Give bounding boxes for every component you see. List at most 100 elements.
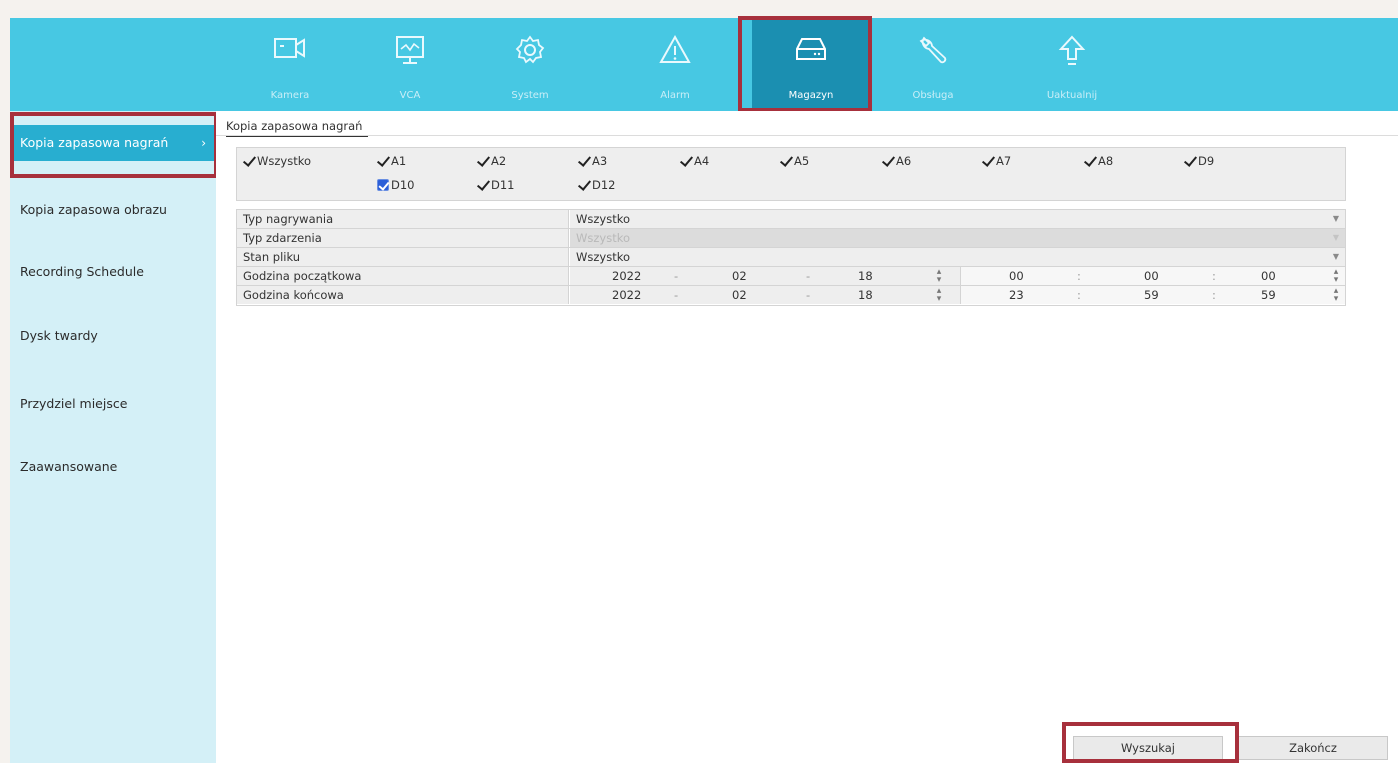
checkmark-icon	[243, 155, 255, 167]
sidebar-item-label: Recording Schedule	[20, 264, 144, 279]
top-navigation: Kamera VCA System Alarm Magazyn Obsługa …	[10, 18, 1398, 111]
channel-checkbox[interactable]: A8	[1084, 154, 1113, 168]
channel-checkbox[interactable]: A7	[982, 154, 1011, 168]
event-type-select: Wszystko ▼	[570, 229, 1345, 247]
channel-checkbox[interactable]: A5	[780, 154, 809, 168]
search-button[interactable]: Wyszukaj	[1073, 736, 1223, 760]
monitor-icon	[396, 36, 424, 64]
date-spinner-icon[interactable]: ▴ ▾	[934, 268, 944, 285]
checkmark-icon	[1184, 155, 1196, 167]
sidebar: Kopia zapasowa nagrań › Kopia zapasowa o…	[10, 111, 216, 763]
checkmark-icon	[477, 155, 489, 167]
search-form: Typ nagrywania Wszystko ▼ Typ zdarzenia W…	[236, 209, 1346, 306]
date-separator: -	[806, 288, 811, 302]
sidebar-item-advanced[interactable]: Zaawansowane	[10, 449, 216, 485]
end-second: 59	[1261, 288, 1276, 302]
record-type-label: Typ nagrywania	[237, 210, 569, 228]
nav-label: VCA	[399, 90, 421, 101]
nav-label: Magazyn	[788, 90, 834, 101]
channel-checkbox[interactable]: D11	[477, 178, 515, 192]
start-minute: 00	[1144, 269, 1159, 283]
nav-alarm[interactable]: Alarm	[620, 18, 730, 111]
start-date-field[interactable]: 2022 - 02 - 18 ▴ ▾ 00 : 00 : 00 ▴ ▾	[570, 267, 1345, 285]
form-row-event-type: Typ zdarzenia Wszystko ▼	[237, 229, 1345, 248]
sidebar-item-image-backup[interactable]: Kopia zapasowa obrazu	[10, 192, 216, 228]
date-separator: -	[674, 288, 679, 302]
sidebar-item-label: Kopia zapasowa nagrań	[20, 135, 169, 150]
end-hour: 23	[1009, 288, 1024, 302]
channel-checkbox[interactable]: A2	[477, 154, 506, 168]
end-time-field[interactable]: 23 : 59 : 59 ▴ ▾	[960, 286, 1345, 304]
form-row-end-time: Godzina końcowa 2022 - 02 - 18 ▴ ▾ 23 : 5…	[237, 286, 1345, 305]
nav-uaktualnij[interactable]: Uaktualnij	[1017, 18, 1127, 111]
nav-label: Obsługa	[912, 90, 954, 101]
form-row-start-time: Godzina początkowa 2022 - 02 - 18 ▴ ▾ 00 …	[237, 267, 1345, 286]
sidebar-item-label: Zaawansowane	[20, 459, 118, 474]
time-separator: :	[1212, 288, 1216, 302]
time-separator: :	[1077, 269, 1081, 283]
camera-icon	[274, 38, 305, 58]
main-panel: Kopia zapasowa nagrań Wszystko A1 A2 A3 …	[216, 111, 1398, 763]
sidebar-item-label: Kopia zapasowa obrazu	[20, 202, 167, 217]
checkmark-icon	[780, 155, 792, 167]
sidebar-item-label: Przydziel miejsce	[20, 396, 128, 411]
nav-obsluga[interactable]: Obsługa	[878, 18, 988, 111]
channel-checkbox-all[interactable]: Wszystko	[243, 154, 311, 168]
sidebar-item-hard-disk[interactable]: Dysk twardy	[10, 318, 216, 354]
channel-checkbox[interactable]: A3	[578, 154, 607, 168]
chevron-right-icon: ›	[201, 136, 206, 150]
file-state-label: Stan pliku	[237, 248, 569, 266]
start-hour: 00	[1009, 269, 1024, 283]
checkmark-icon	[377, 179, 389, 191]
chevron-down-icon: ▼	[1332, 214, 1339, 223]
time-separator: :	[1212, 269, 1216, 283]
record-type-select[interactable]: Wszystko ▼	[570, 210, 1345, 228]
nav-label: System	[511, 90, 549, 101]
chevron-down-icon: ▼	[1332, 233, 1339, 242]
checkmark-icon	[477, 179, 489, 191]
chevron-down-icon: ▼	[1332, 252, 1339, 261]
checkmark-icon	[377, 155, 389, 167]
channel-checkbox[interactable]: D9	[1184, 154, 1214, 168]
event-type-label: Typ zdarzenia	[237, 229, 569, 247]
warning-icon	[659, 34, 691, 63]
end-year: 2022	[612, 288, 642, 302]
nav-kamera[interactable]: Kamera	[235, 18, 345, 111]
start-second: 00	[1261, 269, 1276, 283]
checkmark-icon	[882, 155, 894, 167]
date-spinner-icon[interactable]: ▴ ▾	[934, 287, 944, 304]
sidebar-item-label: Dysk twardy	[20, 328, 98, 343]
sidebar-item-allocate-space[interactable]: Przydziel miejsce	[10, 386, 216, 422]
channel-checkbox[interactable]: A6	[882, 154, 911, 168]
nav-label: Uaktualnij	[1046, 90, 1098, 101]
channel-checkbox[interactable]: A1	[377, 154, 406, 168]
exit-button[interactable]: Zakończ	[1238, 736, 1388, 760]
nav-system[interactable]: System	[475, 18, 585, 111]
channel-checkbox[interactable]: A4	[680, 154, 709, 168]
start-time-label: Godzina początkowa	[237, 267, 569, 285]
time-spinner-icon[interactable]: ▴ ▾	[1331, 268, 1341, 285]
end-month: 02	[732, 288, 747, 302]
sidebar-item-recording-schedule[interactable]: Recording Schedule	[10, 254, 216, 290]
start-year: 2022	[612, 269, 642, 283]
tab-divider	[216, 135, 1398, 136]
channel-checkbox[interactable]: D12	[578, 178, 616, 192]
start-time-field[interactable]: 00 : 00 : 00 ▴ ▾	[960, 267, 1345, 285]
channel-checkbox[interactable]: D10	[377, 178, 415, 192]
end-date-field[interactable]: 2022 - 02 - 18 ▴ ▾ 23 : 59 : 59 ▴ ▾	[570, 286, 1345, 304]
file-state-select[interactable]: Wszystko ▼	[570, 248, 1345, 266]
nav-magazyn[interactable]: Magazyn	[752, 18, 870, 111]
nav-vca[interactable]: VCA	[355, 18, 465, 111]
gear-icon	[515, 35, 545, 64]
channel-selector: Wszystko A1 A2 A3 A4 A5 A6 A7 A8 D9 D10 …	[236, 147, 1346, 201]
wrench-icon	[919, 36, 947, 64]
storage-icon	[796, 38, 826, 60]
time-separator: :	[1077, 288, 1081, 302]
checkmark-icon	[982, 155, 994, 167]
time-spinner-icon[interactable]: ▴ ▾	[1331, 287, 1341, 304]
upgrade-arrow-icon	[1058, 35, 1086, 65]
sidebar-item-record-backup[interactable]: Kopia zapasowa nagrań ›	[10, 125, 216, 161]
checkmark-icon	[1084, 155, 1096, 167]
end-day: 18	[858, 288, 873, 302]
date-separator: -	[674, 269, 679, 283]
